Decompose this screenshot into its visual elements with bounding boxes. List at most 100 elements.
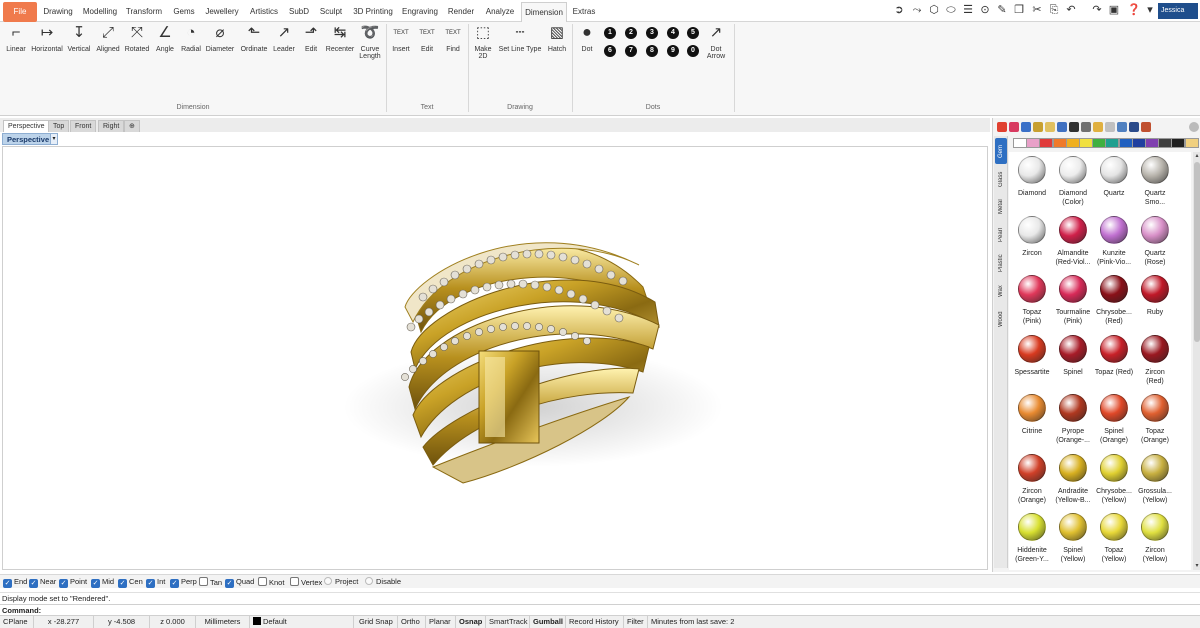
edit-dimension-button[interactable]: ⬏ Edit — [299, 24, 323, 53]
osnap-toggle[interactable]: Osnap — [456, 616, 486, 628]
link-icon[interactable] — [1033, 122, 1043, 132]
color-swatch[interactable] — [1039, 138, 1054, 148]
undo-icon[interactable]: ↶ — [1064, 3, 1078, 17]
dot-number-5-button[interactable]: 5 — [687, 27, 699, 39]
gem-list-scrollbar[interactable]: ▴ ▾ — [1193, 152, 1200, 570]
checkbox[interactable]: ✓ — [118, 579, 127, 588]
color-swatch[interactable] — [1171, 138, 1186, 148]
color-swatch[interactable] — [1118, 138, 1133, 148]
side-tab-glass[interactable]: Glass — [995, 166, 1007, 192]
radial-dimension-button[interactable]: ◔ Radial — [178, 24, 204, 53]
gem-material-item[interactable]: Topaz (Pink) — [1010, 275, 1054, 326]
gem-material-item[interactable]: Topaz (Yellow) — [1092, 513, 1136, 564]
vertical-dimension-button[interactable]: ↧ Vertical — [66, 24, 92, 53]
current-layer[interactable]: Default — [250, 616, 354, 628]
lasso-icon[interactable]: ⬭ — [944, 3, 958, 17]
color-swatch[interactable] — [1013, 138, 1027, 148]
osnap-end[interactable]: ✓ End — [3, 577, 27, 588]
angle-dimension-button[interactable]: ∠ Angle — [153, 24, 177, 53]
recenter-button[interactable]: ↹ Recenter — [324, 24, 356, 53]
osnap-int[interactable]: ✓ Int — [146, 577, 165, 588]
color-swatch[interactable] — [1184, 138, 1199, 148]
command-input[interactable] — [42, 605, 1182, 616]
color-swatch[interactable] — [1145, 138, 1159, 148]
gem-material-item[interactable]: Chrysobe... (Red) — [1092, 275, 1136, 326]
radio-button[interactable] — [324, 577, 332, 585]
tab-artistics[interactable]: Artistics — [246, 2, 282, 22]
checkbox[interactable]: ✓ — [170, 579, 179, 588]
set-line-type-button[interactable]: ┄ Set Line Type — [498, 24, 542, 53]
scroll-up-icon[interactable]: ▴ — [1193, 152, 1200, 160]
find-text-button[interactable]: TEXT Find — [442, 24, 464, 53]
gem-material-item[interactable]: Spessartite — [1010, 334, 1054, 377]
leader-button[interactable]: ↗ Leader — [271, 24, 297, 53]
color-swatch[interactable] — [1092, 138, 1107, 148]
dot-number-9-button[interactable]: 9 — [667, 45, 679, 57]
copy-icon[interactable]: ❐ — [1012, 3, 1026, 17]
gem-material-item[interactable]: Quartz (Rose) — [1133, 215, 1177, 267]
microphone-icon[interactable]: ⊙ — [978, 3, 992, 17]
light-bulb-icon[interactable] — [1093, 122, 1103, 132]
insert-text-button[interactable]: TEXT Insert — [390, 24, 412, 53]
tab-analyze[interactable]: Analyze — [482, 2, 518, 22]
viewport-tab-perspective[interactable]: Perspective — [3, 120, 50, 132]
snap-icon[interactable]: ➲ — [892, 3, 906, 17]
tab-engraving[interactable]: Engraving — [400, 2, 440, 22]
color-swatch[interactable] — [1052, 138, 1067, 148]
osnap-knot[interactable]: Knot — [258, 577, 284, 587]
diameter-dimension-button[interactable]: ⌀ Diameter — [204, 24, 236, 53]
paste-icon[interactable]: ⎘ — [1047, 3, 1061, 17]
osnap-cen[interactable]: ✓ Cen — [118, 577, 143, 588]
side-tab-metal[interactable]: Metal — [995, 194, 1007, 220]
viewport-tab-front[interactable]: Front — [70, 120, 97, 132]
dot-number-2-button[interactable]: 2 — [625, 27, 637, 39]
help-icon[interactable]: ❓ — [1127, 3, 1141, 17]
gem-material-item[interactable]: Zircon (Red) — [1133, 334, 1177, 386]
osnap-project[interactable]: Project — [324, 577, 358, 587]
viewport-title[interactable]: Perspective — [2, 133, 55, 145]
camera-icon[interactable] — [1117, 122, 1127, 132]
settings-icon[interactable] — [1141, 122, 1151, 132]
dot-button[interactable]: ● Dot — [576, 24, 598, 53]
gem-material-item[interactable]: Quartz — [1092, 156, 1136, 198]
tab-gems[interactable]: Gems — [170, 2, 198, 22]
image-icon[interactable] — [1057, 122, 1067, 132]
gem-material-item[interactable]: Tourmaline (Pink) — [1051, 275, 1095, 326]
tab-sculpt[interactable]: Sculpt — [316, 2, 346, 22]
aligned-dimension-button[interactable]: ⤢ Aligned — [94, 24, 122, 53]
tab-transform[interactable]: Transform — [124, 2, 164, 22]
color-swatch[interactable] — [1065, 138, 1080, 148]
side-tab-wood[interactable]: Wood — [995, 306, 1007, 332]
gem-material-item[interactable]: Chrysobe... (Yellow) — [1092, 453, 1136, 505]
color-swatch[interactable] — [1158, 138, 1173, 148]
ordinate-dimension-button[interactable]: ⬑ Ordinate — [238, 24, 270, 53]
tab-file[interactable]: File — [3, 2, 37, 22]
render-icon[interactable] — [1129, 122, 1139, 132]
dropdown-icon[interactable]: ▾ — [1143, 3, 1157, 17]
gem-material-item[interactable]: Quartz Smo... — [1133, 156, 1177, 207]
user-badge[interactable]: Jessica — [1158, 3, 1198, 19]
gem-material-item[interactable]: Grossula... (Yellow) — [1133, 453, 1177, 505]
brush-icon[interactable]: ✎ — [995, 3, 1009, 17]
checkbox[interactable] — [258, 577, 267, 586]
ortho-toggle[interactable]: Ortho — [398, 616, 426, 628]
dot-arrow-button[interactable]: ↗ Dot Arrow — [704, 24, 728, 60]
osnap-quad[interactable]: ✓ Quad — [225, 577, 254, 588]
globe-icon[interactable] — [1021, 122, 1031, 132]
color-swatch[interactable] — [1079, 138, 1093, 148]
gem-material-item[interactable]: Diamond — [1010, 156, 1054, 198]
osnap-point[interactable]: ✓ Point — [59, 577, 87, 588]
tab-modelling[interactable]: Modelling — [80, 2, 120, 22]
gumball-toggle[interactable]: Gumball — [530, 616, 566, 628]
side-tab-wax[interactable]: Wax — [995, 278, 1007, 304]
gem-material-item[interactable]: Zircon (Yellow) — [1133, 513, 1177, 564]
panel-options-icon[interactable] — [1189, 122, 1199, 132]
record-history-toggle[interactable]: Record History — [566, 616, 624, 628]
linear-dimension-button[interactable]: ⌐ Linear — [3, 24, 29, 53]
horizontal-dimension-button[interactable]: ↦ Horizontal — [30, 24, 64, 53]
gem-material-item[interactable]: Topaz (Red) — [1092, 334, 1136, 377]
dot-number-1-button[interactable]: 1 — [604, 27, 616, 39]
checkbox[interactable] — [290, 577, 299, 586]
tab-subd[interactable]: SubD — [286, 2, 312, 22]
checkbox[interactable]: ✓ — [3, 579, 12, 588]
